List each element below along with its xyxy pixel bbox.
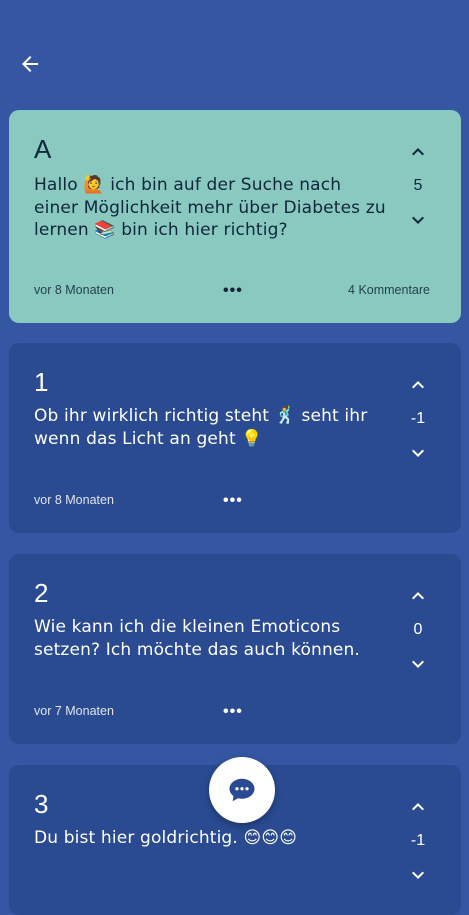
post-time: vor 8 Monaten — [34, 493, 114, 507]
chevron-down-icon — [412, 871, 424, 879]
question-text: Hallo 🙋 ich bin auf der Suche nach einer… — [34, 175, 386, 240]
vote-control: -1 — [398, 793, 438, 889]
vote-control: 0 — [398, 582, 438, 678]
upvote-button[interactable] — [404, 371, 432, 399]
answer-card[interactable]: 2 Wie kann ich die kleinen Emoticons set… — [9, 554, 461, 744]
chevron-up-icon — [412, 148, 424, 156]
answer-card[interactable]: 1 Ob ihr wirklich richtig steht 🕺 seht i… — [9, 343, 461, 533]
post-time: vor 8 Monaten — [34, 283, 114, 297]
question-card[interactable]: A Hallo 🙋 ich bin auf der Suche nach ein… — [9, 110, 461, 323]
answer-text: Du bist hier goldrichtig. 😊😊😊 — [34, 828, 298, 848]
upvote-button[interactable] — [404, 582, 432, 610]
vote-control: -1 — [398, 371, 438, 467]
comments-count[interactable]: 4 Kommentare — [348, 283, 430, 297]
arrow-left-icon — [22, 56, 38, 72]
chat-bubble-icon — [229, 778, 255, 802]
more-options-button[interactable]: ••• — [223, 704, 243, 720]
chevron-down-icon — [412, 449, 424, 457]
upvote-button[interactable] — [404, 138, 432, 166]
chevron-up-icon — [412, 592, 424, 600]
downvote-button[interactable] — [404, 206, 432, 234]
answer-number: 1 — [34, 367, 49, 397]
post-time: vor 7 Monaten — [34, 704, 114, 718]
new-comment-fab[interactable] — [209, 757, 275, 823]
vote-count: 5 — [413, 177, 423, 194]
chevron-up-icon — [412, 381, 424, 389]
answer-text: Ob ihr wirklich richtig steht 🕺 seht ihr… — [34, 406, 368, 449]
more-options-button[interactable]: ••• — [223, 283, 243, 299]
chevron-down-icon — [412, 660, 424, 668]
answer-number: 3 — [34, 789, 49, 819]
vote-count: 0 — [413, 621, 423, 638]
more-options-button[interactable]: ••• — [223, 493, 243, 509]
answer-number: 2 — [34, 578, 49, 608]
author-initial: A — [34, 134, 52, 164]
top-bar — [0, 0, 469, 110]
chevron-up-icon — [412, 803, 424, 811]
upvote-button[interactable] — [404, 793, 432, 821]
downvote-button[interactable] — [404, 861, 432, 889]
vote-control: 5 — [398, 138, 438, 234]
vote-count: -1 — [410, 410, 426, 427]
downvote-button[interactable] — [404, 439, 432, 467]
back-button[interactable] — [14, 48, 46, 80]
chevron-down-icon — [412, 216, 424, 224]
answer-text: Wie kann ich die kleinen Emoticons setze… — [34, 617, 360, 660]
vote-count: -1 — [410, 832, 426, 849]
downvote-button[interactable] — [404, 650, 432, 678]
